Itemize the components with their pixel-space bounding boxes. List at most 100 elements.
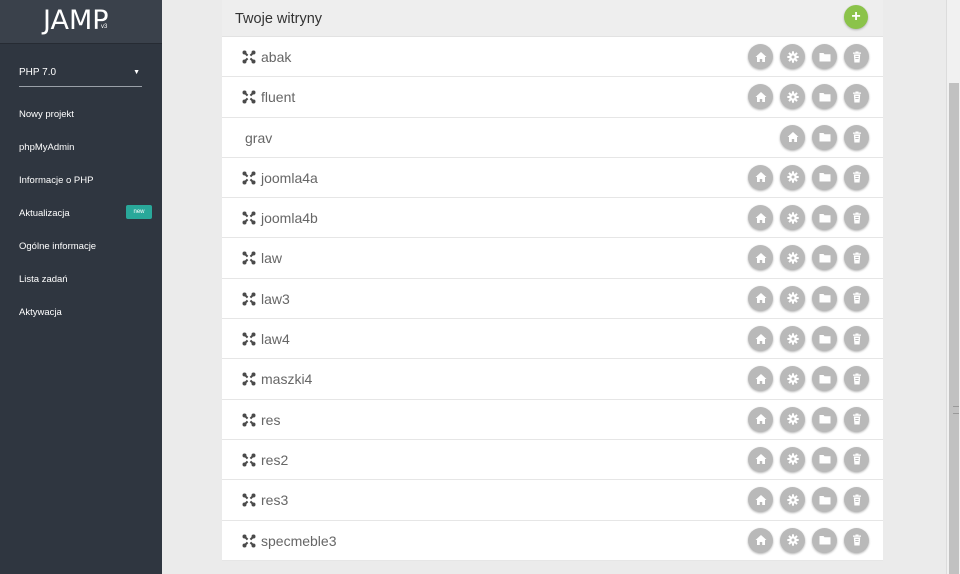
gear-button[interactable] (780, 366, 805, 392)
trash-button[interactable] (844, 446, 869, 472)
home-icon (755, 171, 767, 183)
folder-button[interactable] (812, 245, 837, 271)
gear-button[interactable] (780, 326, 805, 352)
trash-icon (851, 91, 863, 103)
trash-button[interactable] (844, 84, 869, 110)
joomla-icon (242, 453, 256, 467)
gear-button[interactable] (780, 84, 805, 110)
gear-button[interactable] (780, 446, 805, 472)
sidebar-item-label: Informacje o PHP (19, 175, 94, 186)
home-icon (755, 413, 767, 425)
site-name[interactable]: res2 (261, 452, 288, 468)
joomla-icon (242, 251, 256, 265)
joomla-icon (242, 534, 256, 548)
trash-button[interactable] (844, 205, 869, 231)
trash-button[interactable] (844, 245, 869, 271)
trash-button[interactable] (844, 487, 869, 513)
home-icon (755, 212, 767, 224)
site-row: specmeble3 (222, 521, 883, 561)
home-button[interactable] (748, 84, 773, 110)
home-button[interactable] (780, 124, 805, 150)
trash-button[interactable] (844, 285, 869, 311)
sidebar-item-phpmyadmin[interactable]: phpMyAdmin (0, 130, 162, 163)
trash-button[interactable] (844, 164, 869, 190)
home-button[interactable] (748, 164, 773, 190)
home-icon (755, 494, 767, 506)
panel-title: Twoje witryny (235, 11, 323, 27)
page-scrollbar[interactable] (946, 0, 960, 574)
sidebar-item-label: Nowy projekt (19, 109, 74, 120)
site-name[interactable]: abak (261, 49, 291, 65)
site-name[interactable]: specmeble3 (261, 533, 337, 549)
trash-button[interactable] (844, 366, 869, 392)
add-site-button[interactable]: + (844, 5, 868, 29)
gear-button[interactable] (780, 44, 805, 69)
sidebar-item-informacje-o-php[interactable]: Informacje o PHP (0, 163, 162, 196)
home-button[interactable] (748, 487, 773, 513)
site-name[interactable]: fluent (261, 89, 295, 105)
gear-button[interactable] (780, 285, 805, 311)
folder-icon (819, 212, 831, 224)
folder-button[interactable] (812, 84, 837, 110)
site-actions (748, 487, 869, 513)
site-name[interactable]: grav (245, 130, 272, 146)
gear-button[interactable] (780, 245, 805, 271)
folder-button[interactable] (812, 44, 837, 69)
site-row: joomla4a (222, 158, 883, 199)
site-name[interactable]: joomla4b (261, 210, 318, 226)
scroll-thumb[interactable] (949, 83, 959, 574)
site-name[interactable]: law (261, 250, 282, 266)
site-name[interactable]: res (261, 412, 280, 428)
home-button[interactable] (748, 205, 773, 231)
home-icon (755, 292, 767, 304)
site-name[interactable]: res3 (261, 492, 288, 508)
folder-button[interactable] (812, 124, 837, 150)
php-version-select[interactable]: PHP 7.0 ▼ (19, 62, 142, 87)
folder-button[interactable] (812, 205, 837, 231)
sidebar-item-lista-zadan[interactable]: Lista zadań (0, 262, 162, 295)
sidebar-item-ogolne-informacje[interactable]: Ogólne informacje (0, 229, 162, 262)
folder-button[interactable] (812, 366, 837, 392)
trash-button[interactable] (844, 124, 869, 150)
trash-button[interactable] (844, 527, 869, 553)
trash-button[interactable] (844, 326, 869, 352)
folder-button[interactable] (812, 406, 837, 432)
app-logo: JAMP (43, 5, 109, 36)
home-button[interactable] (748, 527, 773, 553)
home-button[interactable] (748, 285, 773, 311)
gear-icon (786, 171, 799, 184)
gear-button[interactable] (780, 205, 805, 231)
gear-button[interactable] (780, 164, 805, 190)
gear-button[interactable] (780, 527, 805, 553)
sidebar-item-nowy-projekt[interactable]: Nowy projekt (0, 97, 162, 130)
site-name[interactable]: law4 (261, 331, 290, 347)
home-button[interactable] (748, 366, 773, 392)
folder-icon (819, 494, 831, 506)
gear-button[interactable] (780, 406, 805, 432)
trash-button[interactable] (844, 406, 869, 432)
trash-icon (851, 292, 863, 304)
gear-icon (786, 252, 799, 264)
site-name[interactable]: maszki4 (261, 371, 312, 387)
trash-icon (851, 171, 863, 183)
gear-button[interactable] (780, 487, 805, 513)
home-button[interactable] (748, 44, 773, 69)
home-button[interactable] (748, 406, 773, 432)
site-name[interactable]: joomla4a (261, 170, 318, 186)
joomla-icon (242, 413, 256, 427)
home-button[interactable] (748, 245, 773, 271)
sidebar-item-aktualizacja[interactable]: Aktualizacja new (0, 196, 162, 229)
home-icon (755, 51, 767, 63)
folder-button[interactable] (812, 326, 837, 352)
folder-button[interactable] (812, 487, 837, 513)
home-button[interactable] (748, 446, 773, 472)
folder-button[interactable] (812, 527, 837, 553)
trash-button[interactable] (844, 44, 869, 69)
folder-button[interactable] (812, 446, 837, 472)
folder-button[interactable] (812, 164, 837, 190)
site-name[interactable]: law3 (261, 291, 290, 307)
folder-button[interactable] (812, 285, 837, 311)
home-button[interactable] (748, 326, 773, 352)
site-actions (748, 245, 869, 271)
sidebar-item-aktywacja[interactable]: Aktywacja (0, 295, 162, 328)
